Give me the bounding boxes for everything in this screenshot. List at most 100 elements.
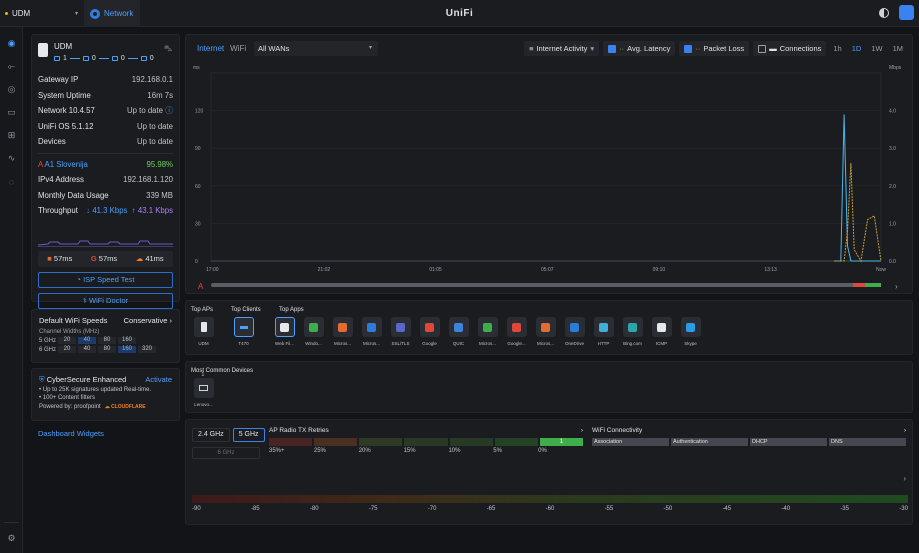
loss-legend-icon: ·· bbox=[695, 44, 701, 53]
info-value: 339 MB bbox=[146, 190, 173, 200]
top-app-item[interactable]: Google... bbox=[504, 317, 529, 346]
plot-area bbox=[210, 72, 882, 262]
internet-activity-select[interactable]: ≡ Internet Activity ▾ bbox=[524, 41, 600, 56]
dashboard-icon[interactable]: ◉ bbox=[5, 37, 18, 50]
settings-gear-icon[interactable]: ⚙ bbox=[5, 532, 18, 545]
band-24ghz-button[interactable]: 2.4 GHz bbox=[192, 428, 230, 442]
band-5ghz-button[interactable]: 5 GHz bbox=[232, 428, 265, 442]
download-rate: 41.3 Kbps bbox=[92, 206, 128, 216]
traffic-icon[interactable]: ∿ bbox=[5, 152, 18, 165]
mode-label: Conservative bbox=[123, 316, 168, 325]
chevron-right-icon[interactable]: › bbox=[581, 427, 583, 434]
checkbox-unchecked[interactable] bbox=[758, 44, 767, 53]
retry-bars: 1 bbox=[269, 438, 583, 446]
connections-toggle[interactable]: ▬ Connections bbox=[753, 41, 827, 56]
wan-select[interactable]: All WANs ▾ bbox=[254, 41, 378, 56]
left-column: UDM 1 0 0 0 ⛍ Gateway IP 192.168.0.1 Syst… bbox=[31, 34, 180, 438]
checkbox-checked[interactable] bbox=[684, 44, 693, 53]
tab-internet[interactable]: Internet bbox=[197, 44, 224, 53]
y-tick-left: 120 bbox=[195, 109, 204, 115]
range-1w[interactable]: 1W bbox=[868, 44, 885, 53]
channel-option[interactable]: 80 bbox=[98, 337, 116, 344]
top-app-item[interactable]: Google bbox=[417, 317, 442, 346]
theme-toggle-icon[interactable] bbox=[879, 8, 889, 18]
chevron-right-icon[interactable]: › bbox=[895, 282, 898, 291]
tx-retries-section[interactable]: AP Radio TX Retries › 1 35%+ 25% 20% 15% 10% 5… bbox=[269, 427, 583, 454]
isp-speed-test-button[interactable]: ◔ ISP Speed Test bbox=[38, 271, 173, 288]
range-1m[interactable]: 1M bbox=[890, 44, 906, 53]
range-1h[interactable]: 1h bbox=[830, 44, 844, 53]
channel-option[interactable]: 40 bbox=[78, 337, 96, 344]
top-client-item[interactable]: T470 bbox=[231, 317, 256, 346]
wifi-doctor-button[interactable]: ⚕ WiFi Doctor bbox=[38, 292, 173, 309]
top-app-item[interactable]: Windo... bbox=[301, 317, 326, 346]
top-app-item[interactable]: Micros... bbox=[330, 317, 355, 346]
client-icon bbox=[233, 317, 254, 337]
channel-option[interactable]: 320 bbox=[138, 346, 156, 353]
top-app-item[interactable]: QUIC bbox=[446, 317, 471, 346]
top-app-item[interactable]: Micros... bbox=[533, 317, 558, 346]
car-icon[interactable]: ⛍ bbox=[164, 44, 172, 54]
top-ap-item[interactable]: UDM bbox=[191, 317, 216, 346]
packet-loss-toggle[interactable]: ·· Packet Loss bbox=[679, 41, 750, 56]
activate-link[interactable]: Activate bbox=[145, 375, 172, 385]
dashboard-widgets-link[interactable]: Dashboard Widgets bbox=[38, 429, 180, 438]
clients-icon[interactable]: ▭ bbox=[5, 106, 18, 119]
top-app-item[interactable]: Micros... bbox=[475, 317, 500, 346]
devices-icon[interactable]: ◎ bbox=[5, 83, 18, 96]
tab-wifi[interactable]: WiFi bbox=[230, 44, 246, 53]
list-icon: ≡ bbox=[529, 44, 534, 53]
x-tick: 05:07 bbox=[541, 267, 554, 273]
info-icon[interactable]: ⓘ bbox=[165, 106, 173, 115]
channel-option[interactable]: 40 bbox=[78, 346, 96, 353]
wifi-speeds-card[interactable]: Default WiFi Speeds Conservative › Channe… bbox=[31, 309, 180, 363]
top-app-item[interactable]: Micros... bbox=[359, 317, 384, 346]
top-app-item[interactable]: ICMP bbox=[649, 317, 674, 346]
channel-option[interactable]: 20 bbox=[58, 346, 76, 353]
top-app-item[interactable]: SSL/TLS bbox=[388, 317, 413, 346]
channel-option[interactable]: 160 bbox=[118, 346, 136, 353]
cybersecure-title: ⛨ CyberSecure Enhanced bbox=[39, 375, 126, 385]
top-app-item[interactable]: Bing.com bbox=[620, 317, 645, 346]
cybersecure-header: ⛨ CyberSecure Enhanced Activate bbox=[39, 375, 172, 385]
x-tick: 09:10 bbox=[653, 267, 666, 273]
powered-text: Powered by: proofpoint bbox=[39, 404, 101, 410]
top-app-item[interactable]: Skype bbox=[678, 317, 703, 346]
item-label: Lenovo... bbox=[194, 402, 213, 407]
checkbox-checked[interactable] bbox=[608, 44, 617, 53]
top-app-item[interactable]: Web Fil... bbox=[272, 317, 297, 346]
chevron-right-icon[interactable]: › bbox=[904, 427, 906, 434]
connectivity-step: Association bbox=[592, 438, 669, 446]
top-app-item[interactable]: HTTP bbox=[591, 317, 616, 346]
band-6ghz-button[interactable]: 6 GHz bbox=[192, 447, 260, 459]
wifi-connectivity-section[interactable]: WiFi Connectivity › Association Authentic… bbox=[592, 427, 906, 446]
channel-option[interactable]: 80 bbox=[98, 346, 116, 353]
top-stats-row: UDM T470 Web Fil... Windo... Micros... Micr… bbox=[191, 317, 907, 346]
signal-tick: -60 bbox=[545, 506, 555, 512]
top-app-item[interactable]: OneDrive bbox=[562, 317, 587, 346]
security-icon[interactable]: ◌ bbox=[5, 175, 18, 188]
profile-avatar[interactable] bbox=[899, 5, 914, 20]
y-tick-right: 4.0 bbox=[889, 109, 896, 115]
range-1d[interactable]: 1D bbox=[849, 44, 865, 53]
radio-card: 2.4 GHz 5 GHz 6 GHz AP Radio TX Retries ›… bbox=[185, 419, 913, 525]
band-label: 5 GHz bbox=[39, 337, 57, 344]
item-label: Micros... bbox=[478, 341, 496, 346]
channel-option[interactable]: 160 bbox=[118, 337, 136, 344]
avg-latency-toggle[interactable]: ·· Avg. Latency bbox=[603, 41, 676, 56]
right-unit: Mbps bbox=[889, 65, 902, 71]
upload-rate: 43.1 Kbps bbox=[137, 206, 173, 216]
insights-icon[interactable]: ⊞ bbox=[5, 129, 18, 142]
left-unit: ms bbox=[193, 65, 200, 71]
common-device-item[interactable]: 1 Lenovo... bbox=[191, 372, 216, 407]
signal-tick: -30 bbox=[899, 506, 908, 512]
chevron-right-icon[interactable]: › bbox=[903, 474, 906, 483]
section-label: Top Apps bbox=[279, 307, 304, 313]
y-tick-left: 30 bbox=[195, 221, 201, 227]
port-count: 0 bbox=[91, 55, 96, 62]
isp-row[interactable]: A A1 Slovenija 95.98% bbox=[38, 157, 173, 173]
topology-icon[interactable]: ⟜ bbox=[5, 60, 18, 73]
channel-option[interactable]: 20 bbox=[58, 337, 76, 344]
device-name: UDM bbox=[54, 42, 73, 51]
retry-bar bbox=[404, 438, 448, 446]
